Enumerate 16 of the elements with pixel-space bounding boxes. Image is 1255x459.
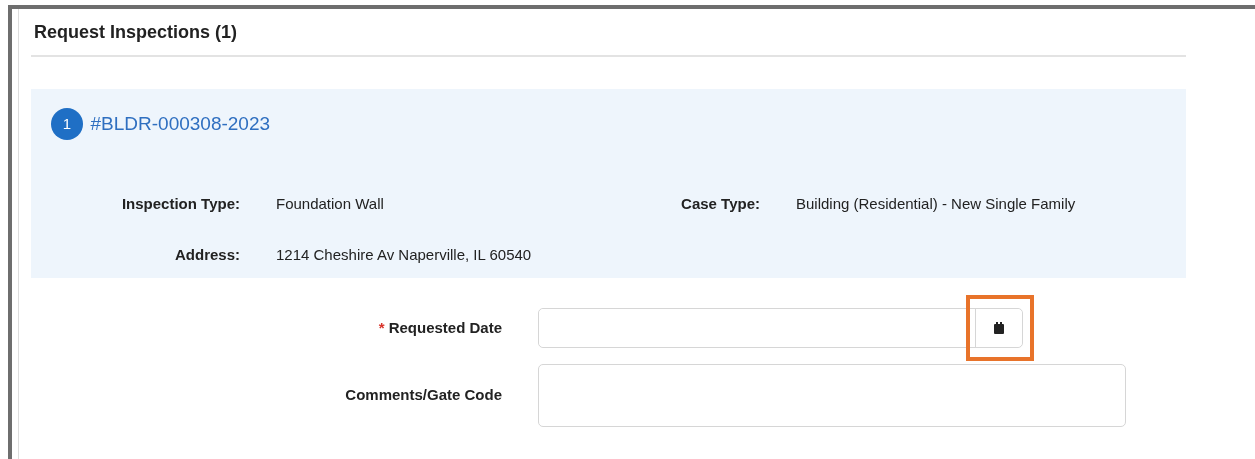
date-field[interactable] [538, 308, 1023, 348]
field-label: Requested Date [388, 318, 502, 336]
calendar-icon [993, 322, 1005, 334]
detail-value: Building (Residential) - New Single Family [796, 194, 1077, 215]
number-badge: 1 [51, 108, 83, 140]
detail-label: Inspection Type: [120, 194, 240, 215]
page-title: Request Inspections (1) [34, 22, 238, 42]
field-label: Comments/Gate Code [345, 386, 502, 404]
required-marker: * [378, 318, 385, 336]
detail-value: 1214 Cheshire Av Naperville, IL 60540 [276, 245, 533, 266]
case-link[interactable]: #BLDR-000308-2023 [90, 109, 271, 139]
detail-label: Case Type: [680, 194, 760, 215]
comments-field[interactable] [538, 364, 1126, 427]
calendar-button[interactable] [975, 309, 1022, 347]
detail-value: Foundation Wall [276, 194, 385, 215]
detail-label: Address: [173, 245, 240, 266]
